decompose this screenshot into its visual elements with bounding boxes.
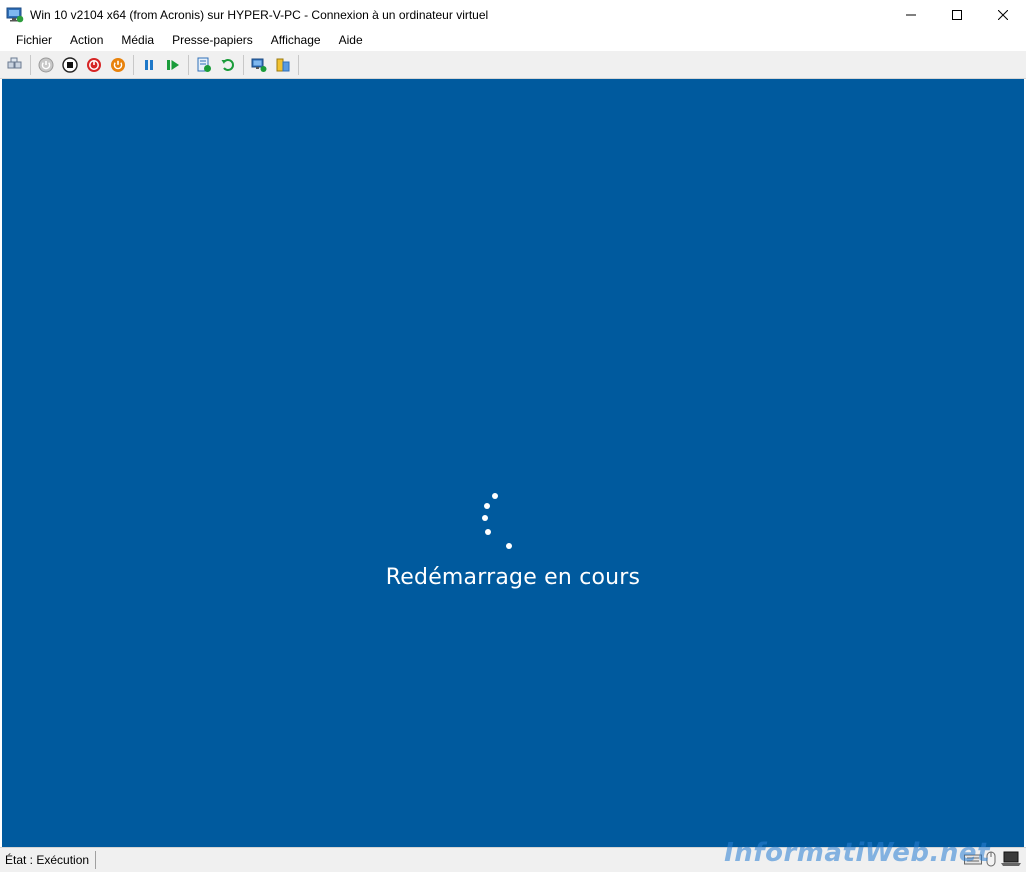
ctrl-alt-del-button[interactable] — [4, 54, 26, 76]
save-button[interactable] — [107, 54, 129, 76]
toolbar-separator — [298, 54, 299, 75]
shut-down-button[interactable] — [83, 54, 105, 76]
window-title: Win 10 v2104 x64 (from Acronis) sur HYPE… — [30, 7, 489, 22]
toolbar-separator — [243, 54, 244, 75]
pause-button[interactable] — [138, 54, 160, 76]
minimize-button[interactable] — [888, 0, 934, 29]
menu-fichier[interactable]: Fichier — [7, 29, 61, 51]
close-button[interactable] — [980, 0, 1026, 29]
revert-button[interactable] — [217, 54, 239, 76]
checkpoint-icon — [197, 57, 211, 72]
checkpoint-button[interactable] — [193, 54, 215, 76]
spinner-dot — [506, 543, 512, 549]
spinner-dot — [492, 493, 498, 499]
vm-state: État : Exécution — [0, 851, 97, 869]
menu-affichage[interactable]: Affichage — [262, 29, 330, 51]
restart-message: Redémarrage en cours — [385, 565, 641, 590]
share-button[interactable] — [272, 54, 294, 76]
shut-down-icon — [87, 57, 101, 72]
enhanced-session-button[interactable] — [248, 54, 270, 76]
revert-icon — [221, 58, 234, 71]
vm-display[interactable]: Redémarrage en cours — [2, 79, 1024, 847]
spinner-dot — [484, 503, 490, 509]
laptop-icon — [1001, 851, 1021, 866]
ctrl-alt-del-icon — [7, 57, 22, 68]
menu-action[interactable]: Action — [61, 29, 112, 51]
maximize-button[interactable] — [934, 0, 980, 29]
reset-button[interactable] — [162, 54, 184, 76]
reset-icon — [167, 59, 179, 70]
close-icon — [998, 9, 1008, 20]
start-button[interactable] — [35, 54, 57, 76]
menu-aide[interactable]: Aide — [330, 29, 372, 51]
menu-media[interactable]: Média — [112, 29, 163, 51]
minimize-icon — [906, 14, 916, 15]
turn-off-button[interactable] — [59, 54, 81, 76]
loading-spinner — [480, 493, 520, 555]
toolbar-separator — [133, 54, 134, 75]
share-icon — [276, 58, 290, 71]
watermark-logo: InformatiWeb.net — [724, 838, 990, 868]
vm-connection-icon — [6, 7, 24, 22]
menu-presse-papiers[interactable]: Presse-papiers — [163, 29, 262, 51]
spinner-dot — [485, 529, 491, 535]
start-icon — [38, 57, 54, 72]
enhanced-session-icon — [251, 58, 267, 72]
pause-icon — [145, 59, 153, 70]
save-icon — [111, 57, 125, 72]
turn-off-icon — [62, 56, 78, 73]
maximize-icon — [952, 9, 962, 20]
title-bar: Win 10 v2104 x64 (from Acronis) sur HYPE… — [0, 0, 1026, 29]
toolbar — [0, 51, 1026, 79]
toolbar-separator — [30, 54, 31, 75]
menu-bar: Fichier Action Média Presse-papiers Affi… — [0, 29, 1026, 51]
toolbar-separator — [188, 54, 189, 75]
spinner-dot — [482, 515, 488, 521]
